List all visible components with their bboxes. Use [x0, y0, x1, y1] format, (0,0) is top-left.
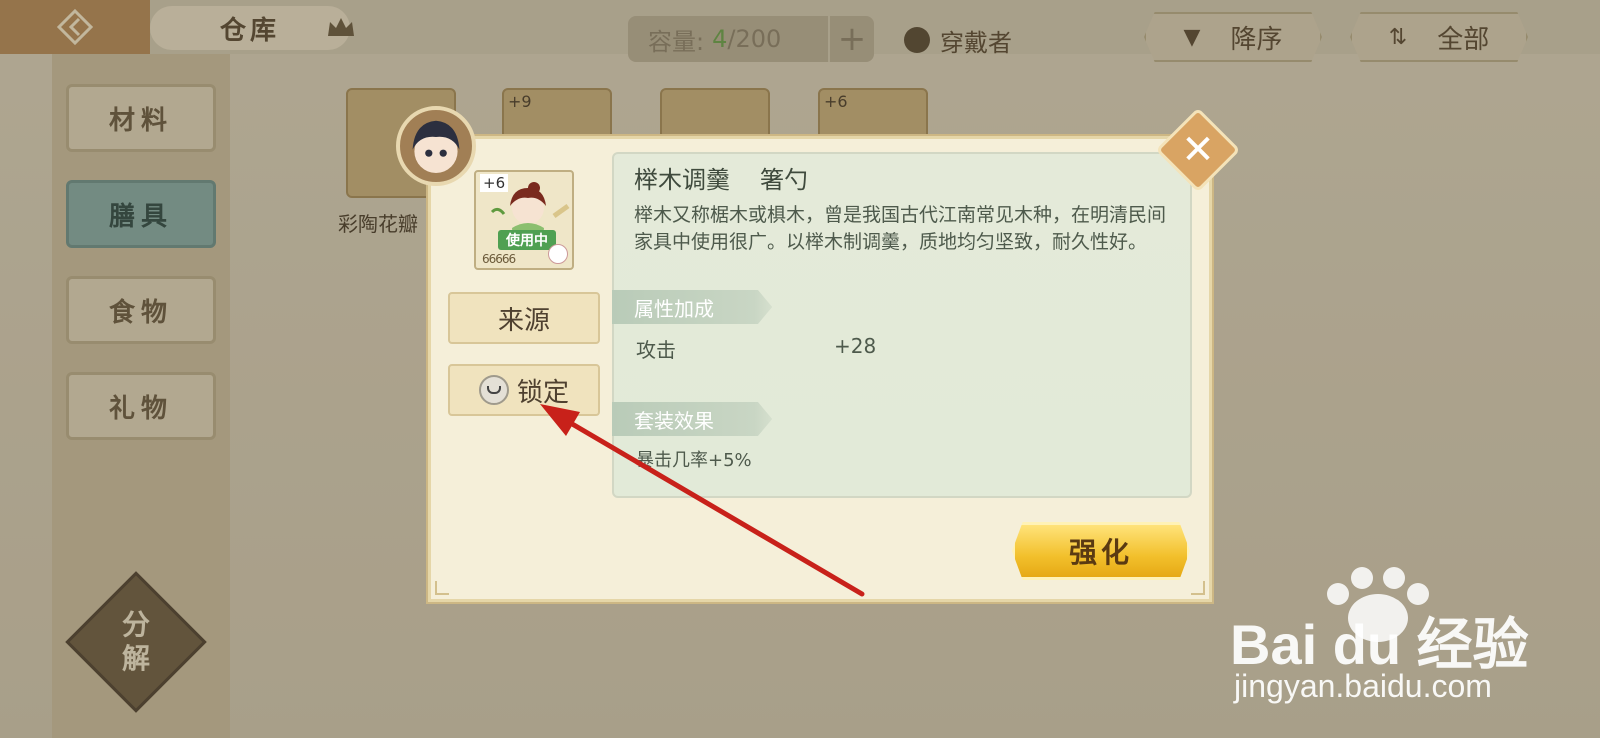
source-label: 来源	[497, 305, 550, 336]
set-effect-value: 暴击几率+5%	[636, 450, 752, 471]
item-name: 榉木调羹	[634, 166, 730, 194]
corner-ornament	[1191, 581, 1205, 595]
lock-button[interactable]: 锁定	[448, 364, 600, 416]
attribute-value: +28	[834, 334, 877, 358]
lock-label: 锁定	[516, 377, 569, 408]
item-title: 榉木调羹 箸勺	[634, 160, 808, 195]
star-rating: 66666	[482, 252, 516, 266]
watermark-url: jingyan.baidu.com	[1234, 668, 1492, 704]
spoon-type-icon	[548, 244, 568, 264]
enhance-button[interactable]: 强化	[1012, 522, 1190, 580]
source-button[interactable]: 来源	[448, 292, 600, 344]
lock-icon	[478, 375, 509, 405]
attribute-name: 攻击	[636, 338, 676, 362]
item-description: 榉木又称椐木或椇木，曾是我国古代江南常见木种，在明清民间家具中使用很广。以榉木制…	[634, 204, 1167, 253]
wearer-avatar	[396, 106, 476, 186]
in-use-badge: 使用中	[498, 230, 556, 250]
corner-ornament	[435, 581, 449, 595]
item-icon-frame: +6 使用中 66666	[474, 170, 574, 270]
character-portrait-icon	[412, 120, 460, 173]
enhance-label: 强化	[1068, 536, 1133, 569]
item-type: 箸勺	[760, 166, 808, 194]
